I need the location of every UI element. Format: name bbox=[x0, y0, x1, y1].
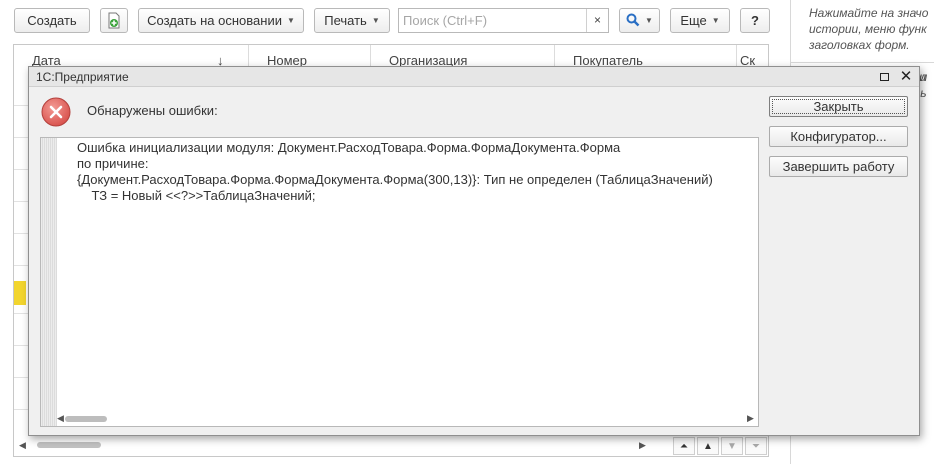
dialog-heading: Обнаружены ошибки: bbox=[87, 103, 218, 118]
chevron-down-icon: ▼ bbox=[371, 16, 380, 25]
row-divider bbox=[14, 137, 28, 138]
row-divider bbox=[14, 201, 28, 202]
error-icon bbox=[41, 97, 71, 127]
scrollbar-thumb[interactable] bbox=[65, 416, 107, 422]
add-copy-icon bbox=[108, 12, 120, 29]
message-line: {Документ.РасходТовара.Форма.ФормаДокуме… bbox=[77, 172, 713, 187]
search-options-button[interactable]: ▼ bbox=[619, 8, 660, 33]
arrow-up-icon: ▲ bbox=[703, 441, 713, 452]
exit-button[interactable]: Завершить работу bbox=[769, 156, 908, 177]
arrow-bottom-icon: ⏷ bbox=[752, 441, 760, 452]
scrollbar-thumb[interactable] bbox=[37, 442, 101, 448]
close-icon: × bbox=[593, 13, 601, 27]
copy-button[interactable] bbox=[100, 8, 128, 33]
close-button-label: Закрыть bbox=[813, 99, 864, 114]
arrow-down-icon: ▼ bbox=[727, 441, 737, 452]
message-line: по причине: bbox=[77, 156, 149, 171]
search-field: × bbox=[398, 8, 609, 33]
chevron-down-icon: ▼ bbox=[645, 16, 653, 25]
scroll-left-icon[interactable]: ◀ bbox=[57, 413, 64, 424]
command-bar: Создать Создать на основании▼ Печать▼ × … bbox=[0, 0, 790, 40]
dialog-title-bar[interactable]: 1С:Предприятие ✕ bbox=[29, 67, 919, 87]
error-dialog: 1С:Предприятие ✕ Обнаружены ошибки: Ошиб… bbox=[28, 66, 920, 436]
more-label: Еще bbox=[680, 13, 707, 28]
dialog-title: 1С:Предприятие bbox=[36, 70, 129, 84]
scroll-up-button[interactable]: ▲ bbox=[697, 437, 719, 455]
table-horizontal-scrollbar[interactable]: ◀ ▶ bbox=[19, 440, 649, 450]
go-to-last-button[interactable]: ⏷ bbox=[745, 437, 767, 455]
selected-row-marker bbox=[14, 281, 26, 305]
search-input[interactable] bbox=[399, 9, 585, 32]
create-based-on-button[interactable]: Создать на основании ▼ bbox=[138, 8, 304, 33]
configurator-button[interactable]: Конфигуратор... bbox=[769, 126, 908, 147]
row-divider bbox=[14, 169, 28, 170]
create-button[interactable]: Создать bbox=[14, 8, 90, 33]
message-line: Ошибка инициализации модуля: Документ.Ра… bbox=[77, 140, 621, 155]
help-text-line: Нажимайте на значо bbox=[809, 6, 929, 20]
divider bbox=[791, 62, 934, 63]
create-based-on-label: Создать на основании bbox=[147, 13, 282, 28]
print-label: Печать bbox=[324, 13, 367, 28]
search-clear-button[interactable]: × bbox=[586, 9, 608, 32]
maximize-button[interactable] bbox=[877, 69, 893, 85]
exit-button-label: Завершить работу bbox=[782, 159, 895, 174]
scroll-right-icon[interactable]: ▶ bbox=[747, 413, 754, 424]
close-icon: ✕ bbox=[899, 68, 913, 85]
go-to-first-button[interactable]: ⏶ bbox=[673, 437, 695, 455]
help-text-line: истории, меню функ bbox=[809, 22, 927, 36]
error-message-box[interactable]: Ошибка инициализации модуля: Документ.Ра… bbox=[40, 137, 759, 427]
help-text-line: заголовках форм. bbox=[809, 38, 910, 52]
scroll-right-icon[interactable]: ▶ bbox=[639, 440, 646, 451]
row-divider bbox=[14, 265, 28, 266]
search-icon bbox=[626, 13, 640, 27]
scroll-down-button[interactable]: ▼ bbox=[721, 437, 743, 455]
arrow-top-icon: ⏶ bbox=[680, 441, 688, 452]
row-divider bbox=[14, 409, 28, 410]
chevron-down-icon: ▼ bbox=[286, 16, 295, 25]
more-button[interactable]: Еще ▼ bbox=[670, 8, 730, 33]
scroll-left-icon[interactable]: ◀ bbox=[19, 440, 26, 451]
row-divider bbox=[14, 105, 28, 106]
help-button[interactable]: ? bbox=[740, 8, 770, 33]
row-divider bbox=[14, 233, 28, 234]
row-divider bbox=[14, 377, 28, 378]
row-divider bbox=[14, 313, 28, 314]
configurator-button-label: Конфигуратор... bbox=[790, 129, 887, 144]
help-label: ? bbox=[751, 13, 759, 28]
create-button-label: Создать bbox=[27, 13, 77, 28]
message-horizontal-scrollbar[interactable]: ◀ ▶ bbox=[57, 412, 758, 426]
message-line: ТЗ = Новый <<?>>ТаблицаЗначений; bbox=[77, 188, 316, 203]
chevron-down-icon: ▼ bbox=[711, 16, 720, 25]
dialog-close-button[interactable]: ✕ bbox=[898, 69, 914, 85]
row-divider bbox=[14, 345, 28, 346]
print-button[interactable]: Печать ▼ bbox=[314, 8, 390, 33]
message-gutter bbox=[41, 138, 57, 426]
close-button[interactable]: Закрыть bbox=[769, 96, 908, 117]
maximize-icon bbox=[880, 73, 889, 81]
